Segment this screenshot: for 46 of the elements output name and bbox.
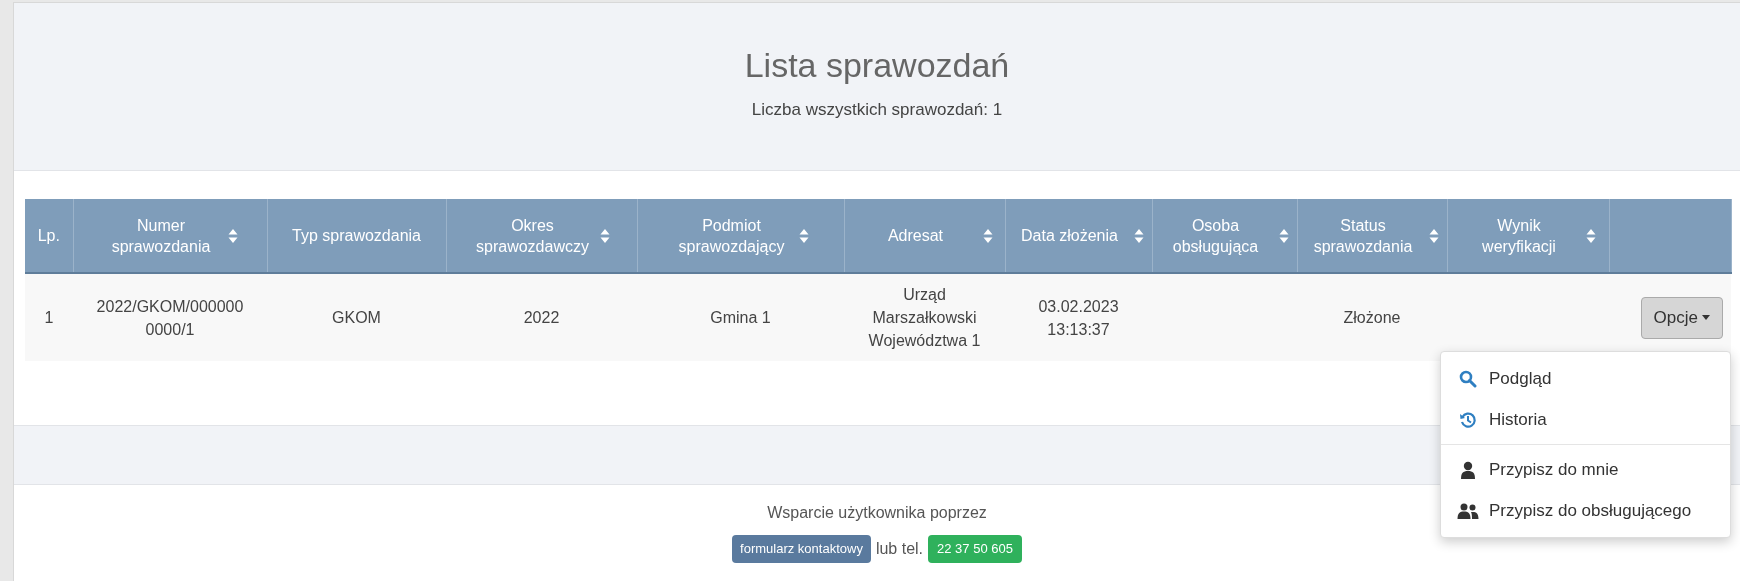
table-cell: GKOM: [267, 273, 446, 361]
column-header: Lp.: [25, 199, 73, 273]
contact-form-link[interactable]: formularz kontaktowy: [732, 535, 871, 563]
options-button[interactable]: Opcje: [1640, 296, 1723, 339]
sort-icon[interactable]: [982, 227, 993, 244]
sort-icon[interactable]: [1133, 227, 1144, 244]
sort-icon[interactable]: [798, 227, 809, 244]
menu-item[interactable]: Przypisz do mnie: [1441, 449, 1730, 490]
support-text: Wsparcie użytkownika poprzez: [767, 503, 987, 523]
report-count: Liczba wszystkich sprawozdań: 1: [751, 99, 1003, 121]
table-cell: 03.02.2023 13:13:37: [1005, 273, 1152, 361]
column-header[interactable]: Osoba obsługująca: [1152, 199, 1297, 273]
menu-item-label: Przypisz do obsługującego: [1489, 499, 1692, 522]
table-cell: Złożone: [1297, 273, 1447, 361]
user-icon: [1460, 460, 1476, 479]
search-icon: [1459, 369, 1477, 388]
column-header: Typ sprawozdania: [267, 199, 446, 273]
history-icon: [1459, 410, 1477, 429]
table-cell: Gmina 1: [637, 273, 844, 361]
sort-icon[interactable]: [228, 227, 238, 244]
phone-label: lub tel.: [875, 538, 924, 559]
table-cell: 1: [25, 273, 73, 361]
table-cell: Urząd Marszałkowski Województwa 1: [844, 273, 1005, 361]
menu-item[interactable]: Przypisz do obsługującego: [1441, 490, 1730, 531]
menu-item-label: Historia: [1489, 408, 1547, 431]
users-icon: [1457, 502, 1479, 519]
column-header[interactable]: Podmiot sprawozdający: [637, 199, 844, 273]
sort-icon[interactable]: [1278, 227, 1289, 244]
column-header[interactable]: Wynik weryfikacji: [1447, 199, 1609, 273]
sort-icon[interactable]: [599, 227, 610, 244]
column-header[interactable]: Okres sprawozdawczy: [446, 199, 637, 273]
menu-item-label: Przypisz do mnie: [1489, 458, 1619, 481]
column-header[interactable]: Adresat: [844, 199, 1005, 273]
table-cell: 2022/GKOM/000000 0000/1: [73, 273, 267, 361]
column-header[interactable]: Status sprawozdania: [1297, 199, 1447, 273]
menu-item[interactable]: Historia: [1441, 399, 1730, 440]
menu-item-label: Podgląd: [1489, 367, 1552, 390]
sort-icon[interactable]: [1586, 227, 1596, 244]
table-cell: 2022: [446, 273, 637, 361]
caret-icon: [1702, 315, 1710, 320]
page-title: Lista sprawozdań: [744, 45, 1010, 86]
column-header[interactable]: Numer sprawozdania: [73, 199, 267, 273]
column-header[interactable]: Data złożenia: [1005, 199, 1152, 273]
phone-number: 22 37 50 605: [928, 535, 1022, 563]
menu-item[interactable]: Podgląd: [1441, 358, 1730, 399]
sort-icon[interactable]: [1428, 227, 1439, 244]
